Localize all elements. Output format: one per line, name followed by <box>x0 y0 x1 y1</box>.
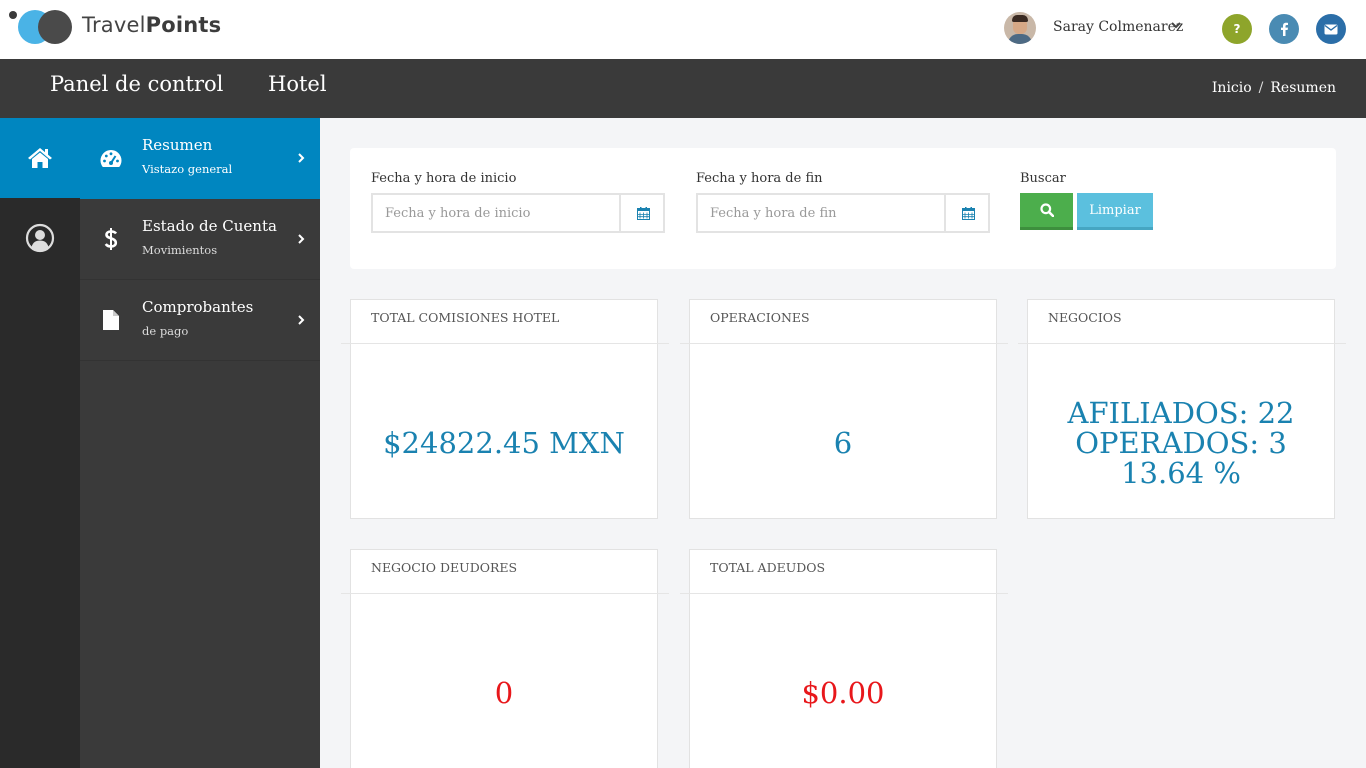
user-name[interactable]: Saray Colmenarez <box>1053 19 1183 35</box>
document-icon <box>98 308 124 332</box>
start-date-group <box>371 193 665 233</box>
search-button[interactable] <box>1020 193 1073 230</box>
rail-profile-button[interactable] <box>0 198 80 278</box>
card-value: $24822.45 MXN <box>383 426 625 460</box>
sidebar-item-estado-de-cuenta[interactable]: Estado de Cuenta Movimientos <box>80 199 320 280</box>
sidebar-item-title: Comprobantes <box>142 298 254 316</box>
card-title: OPERACIONES <box>710 310 810 325</box>
logo-wordmark: TravelPoints <box>82 13 221 37</box>
sidebar-item-subtitle: Movimientos <box>142 243 218 257</box>
card-total-debts: TOTAL ADEUDOS $0.00 <box>680 549 1008 768</box>
dashboard-icon <box>98 146 124 170</box>
end-date-label: Fecha y hora de fin <box>696 171 823 186</box>
page-header: Panel de control Hotel Inicio / Resumen <box>0 59 1366 118</box>
breadcrumb: Inicio / Resumen <box>1212 80 1336 96</box>
card-title: NEGOCIOS <box>1048 310 1122 325</box>
search-icon <box>1039 203 1054 217</box>
clear-button[interactable]: Limpiar <box>1077 193 1153 230</box>
sidebar-item-title: Resumen <box>142 136 213 154</box>
card-divider <box>1018 343 1346 344</box>
calendar-icon <box>961 206 975 220</box>
sidebar-item-comprobantes[interactable]: Comprobantes de pago <box>80 280 320 361</box>
card-divider <box>680 343 1008 344</box>
start-date-label: Fecha y hora de inicio <box>371 171 517 186</box>
sidebar-item-subtitle: de pago <box>142 324 189 338</box>
question-icon: ? <box>1233 22 1241 36</box>
end-date-input[interactable] <box>698 195 946 231</box>
card-value: 0 <box>494 676 514 710</box>
sidebar-item-resumen[interactable]: Resumen Vistazo general <box>80 118 320 199</box>
chevron-down-icon[interactable] <box>1169 18 1183 32</box>
search-label: Buscar <box>1020 171 1066 186</box>
card-title: NEGOCIO DEUDORES <box>371 560 518 575</box>
chevron-right-icon <box>298 153 305 163</box>
calendar-icon <box>636 206 650 220</box>
card-value: 6 <box>833 426 853 460</box>
card-divider <box>680 593 1008 594</box>
card-total-commissions: TOTAL COMISIONES HOTEL $24822.45 MXN <box>341 299 669 519</box>
date-filter-panel: Fecha y hora de inicio Fecha y hora de f… <box>350 148 1336 269</box>
card-divider <box>341 593 669 594</box>
card-affiliated: AFILIADOS: 22 <box>1067 396 1295 430</box>
user-circle-icon <box>25 223 55 253</box>
card-operations: OPERACIONES 6 <box>680 299 1008 519</box>
card-value: $0.00 <box>801 676 885 710</box>
chevron-right-icon <box>298 234 305 244</box>
facebook-icon <box>1281 22 1288 36</box>
mail-button[interactable] <box>1316 14 1346 44</box>
end-date-calendar-button[interactable] <box>948 195 988 231</box>
breadcrumb-current: Resumen <box>1270 80 1336 96</box>
start-date-input[interactable] <box>373 195 621 231</box>
page-title: Panel de control <box>50 72 224 96</box>
logo-dot <box>9 11 17 19</box>
chevron-right-icon <box>298 315 305 325</box>
logo-circle-dark <box>38 10 72 44</box>
envelope-icon <box>1324 24 1338 34</box>
section-title: Hotel <box>268 72 327 96</box>
sidebar-menu: Resumen Vistazo general Estado de Cuenta… <box>80 118 320 768</box>
end-date-group <box>696 193 990 233</box>
logo-word-light: Travel <box>82 13 146 37</box>
card-businesses: NEGOCIOS AFILIADOS: 22 OPERADOS: 3 13.64… <box>1018 299 1346 519</box>
card-percentage: 13.64 % <box>1121 456 1241 490</box>
icon-rail <box>0 118 80 768</box>
rail-home-button[interactable] <box>0 118 80 198</box>
card-debtor-businesses: NEGOCIO DEUDORES 0 <box>341 549 669 768</box>
logo-word-bold: Points <box>145 13 222 37</box>
sidebar-item-title: Estado de Cuenta <box>142 217 277 235</box>
facebook-button[interactable] <box>1269 14 1299 44</box>
travelpoints-logo[interactable]: TravelPoints <box>8 8 221 48</box>
dollar-icon <box>98 227 124 251</box>
avatar[interactable] <box>1004 12 1036 44</box>
card-divider <box>341 343 669 344</box>
card-title: TOTAL COMISIONES HOTEL <box>371 310 560 325</box>
breadcrumb-separator: / <box>1258 80 1264 96</box>
help-button[interactable]: ? <box>1222 14 1252 44</box>
top-bar: TravelPoints Saray Colmenarez ? <box>0 0 1366 59</box>
breadcrumb-home[interactable]: Inicio <box>1212 80 1252 96</box>
card-title: TOTAL ADEUDOS <box>710 560 826 575</box>
card-operated: OPERADOS: 3 <box>1075 426 1287 460</box>
sidebar-item-subtitle: Vistazo general <box>142 162 233 176</box>
start-date-calendar-button[interactable] <box>623 195 663 231</box>
home-icon <box>28 148 52 168</box>
